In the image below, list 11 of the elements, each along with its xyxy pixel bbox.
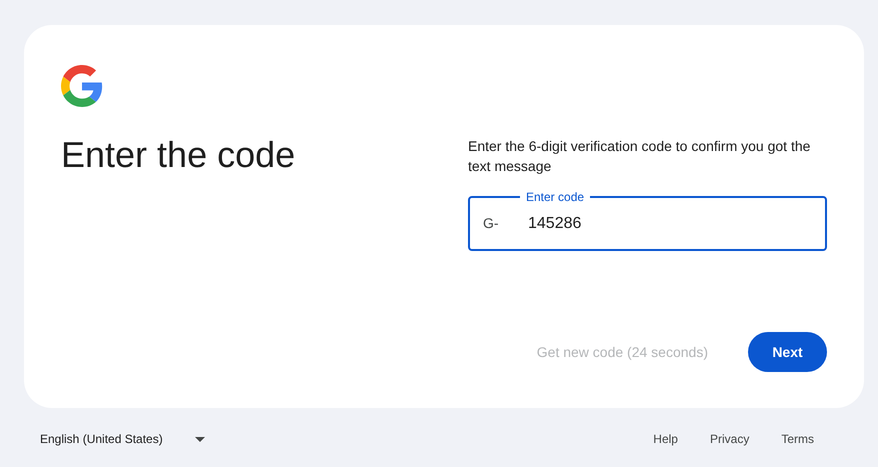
next-button[interactable]: Next (748, 332, 827, 372)
footer-link[interactable]: Terms (781, 430, 814, 448)
footer-link[interactable]: Privacy (710, 430, 750, 448)
page-heading: Enter the code (61, 133, 296, 177)
language-selector[interactable]: English (United States) (40, 430, 205, 448)
prefix-text: G- (483, 214, 500, 233)
dropdown-caret-icon (194, 436, 205, 442)
instruction-text: Enter the 6-digit verification code to confirm you got the text message (468, 137, 812, 176)
footer-link[interactable]: Help (653, 430, 678, 448)
code-value: 145286 (528, 214, 582, 234)
logo-icon (61, 65, 103, 107)
